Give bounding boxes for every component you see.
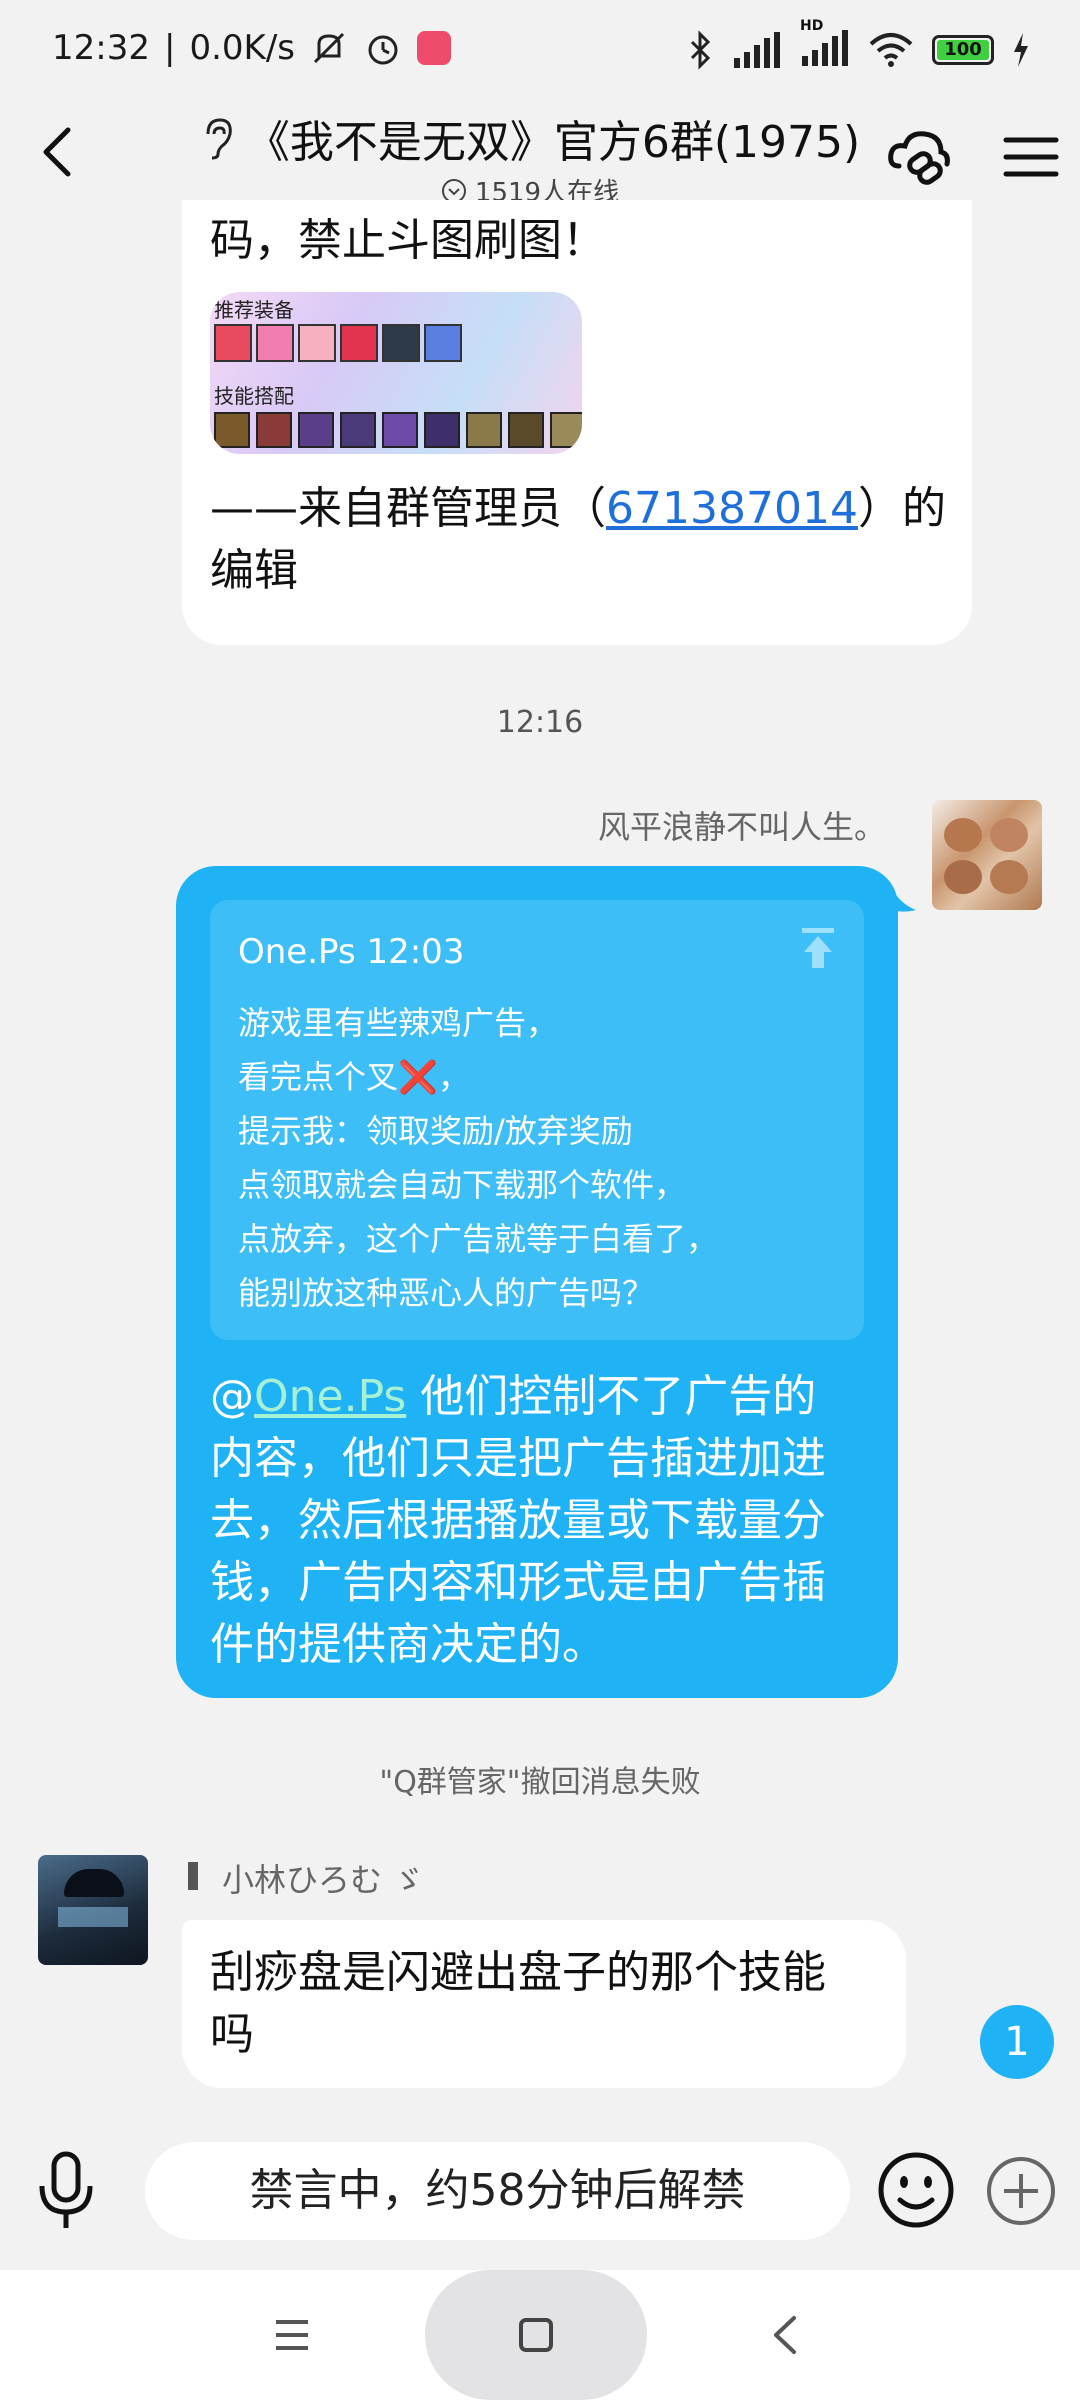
quote-author: One.Ps 12:03 [238,932,465,972]
mic-icon[interactable] [34,2150,98,2232]
quote-line: 点放弃，这个广告就等于白看了， [238,1220,719,1258]
mention-link[interactable]: One.Ps [254,1371,406,1422]
app-notification-icon [417,31,451,65]
my-avatar[interactable] [932,800,1042,910]
incoming-bubble[interactable]: 刮痧盘是闪避出盘子的那个技能 吗 [182,1920,906,2088]
alarm-icon [368,35,398,65]
signal-hd-icon [802,30,848,66]
battery-level: 100 [944,39,982,60]
bluetooth-icon [690,30,711,70]
back-arrow-icon[interactable] [28,122,88,182]
plus-icon[interactable] [984,2154,1058,2228]
footer-suffix: ）的 [857,483,946,534]
quote-line: 看完点个叉❌， [238,1058,470,1096]
pin-top-icon[interactable] [798,926,838,970]
status-left: 12:32 | 0.0K/s [52,28,451,68]
input-bar: 禁言中，约58分钟后解禁 [0,2120,1080,2270]
reply-bubble[interactable]: One.Ps 12:03 游戏里有些辣鸡广告， 看完点个叉❌， 提示我：领取奖励… [176,866,898,1698]
reply-line3: 去，然后根据播放量或下载量分 [210,1495,826,1546]
sender-avatar[interactable] [38,1855,148,1965]
incoming-line2: 吗 [210,2009,254,2060]
quoted-message[interactable]: One.Ps 12:03 游戏里有些辣鸡广告， 看完点个叉❌， 提示我：领取奖励… [210,900,864,1340]
status-speed: 0.0K/s [189,28,295,68]
bubble-tail [890,886,916,912]
mention-at: @ [210,1371,254,1422]
mute-icon [313,32,345,64]
reply-line2: 内容，他们只是把广告插进加进 [210,1433,826,1484]
time-separator: 12:16 [496,705,584,740]
signal-hd-wrap: HD [800,18,850,70]
status-time: 12:32 [52,28,150,68]
footer-prefix: ——来自群管理员（ [210,483,606,534]
incoming-text: 刮痧盘是闪避出盘子的那个技能 吗 [210,1942,900,2066]
sender-level-bar [188,1862,198,1890]
hd-label: HD [800,18,824,34]
message-input[interactable]: 禁言中，约58分钟后解禁 [145,2142,850,2240]
reply-line5: 件的提供商决定的。 [210,1619,606,1670]
reply-text: @One.Ps 他们控制不了广告的 内容，他们只是把广告插进加进 去，然后根据播… [210,1366,870,1676]
status-separator: | [163,28,176,68]
title-area[interactable]: 《我不是无双》官方6群(1975) 1519人在线 [170,106,890,209]
home-icon [519,2318,553,2352]
image-label-equipment: 推荐装备 [214,298,294,322]
equipment-row [214,324,462,362]
battery-icon: 100 [932,35,994,65]
footer-line2: 编辑 [210,545,298,596]
announcement-footer: ——来自群管理员（671387014）的 编辑 [210,478,950,602]
reply-sender-name: 风平浪静不叫人生。 [597,808,886,846]
reply-line: @One.Ps 他们控制不了广告的 [210,1366,870,1428]
quote-line: 能别放这种恶心人的广告吗？ [238,1274,655,1312]
quote-line: 点领取就会自动下载那个软件， [238,1166,687,1204]
menu-icon[interactable] [996,122,1066,192]
group-title: 《我不是无双》官方6群(1975) [245,117,861,168]
system-note: "Q群管家"撤回消息失败 [379,1765,701,1800]
skill-row [214,412,582,448]
signal-icon [734,32,780,68]
equipment-image[interactable]: 推荐装备 技能搭配 [210,292,582,454]
quote-line: 游戏里有些辣鸡广告， [238,1004,559,1042]
admin-id-link[interactable]: 671387014 [606,483,858,534]
nav-back-icon[interactable] [768,2314,802,2356]
quote-line: 提示我：领取奖励/放弃奖励 [238,1112,633,1150]
announcement-bubble[interactable]: 码，禁止斗图刷图！ 推荐装备 技能搭配 ——来自群管理员（671387014）的… [182,200,972,645]
announcement-line1: 码，禁止斗图刷图！ [210,215,606,266]
system-nav-bar [0,2270,1080,2400]
reply-line4: 钱，广告内容和形式是由广告插 [210,1557,826,1608]
wifi-icon [869,33,913,67]
cloud-link-icon[interactable] [885,122,955,192]
group-title-row: 《我不是无双》官方6群(1975) [200,106,860,170]
incoming-line1: 刮痧盘是闪避出盘子的那个技能 [210,1947,826,1998]
recents-icon[interactable] [272,2316,312,2354]
quote-body: 游戏里有些辣鸡广告， 看完点个叉❌， 提示我：领取奖励/放弃奖励 点领取就会自动… [238,996,718,1320]
incoming-sender-name[interactable]: 小林ひろむ ゞ [222,1855,424,1901]
charging-icon [1014,33,1028,67]
image-label-skills: 技能搭配 [214,384,294,408]
reply-line1: 他们控制不了广告的 [406,1371,817,1422]
status-right: HD 100 [688,18,1030,70]
home-button[interactable] [425,2270,647,2400]
ear-icon [206,118,232,160]
emoji-icon[interactable] [876,2150,956,2230]
status-bar: 12:32 | 0.0K/s HD 100 [0,0,1080,100]
unread-badge[interactable]: 1 [980,2005,1054,2079]
